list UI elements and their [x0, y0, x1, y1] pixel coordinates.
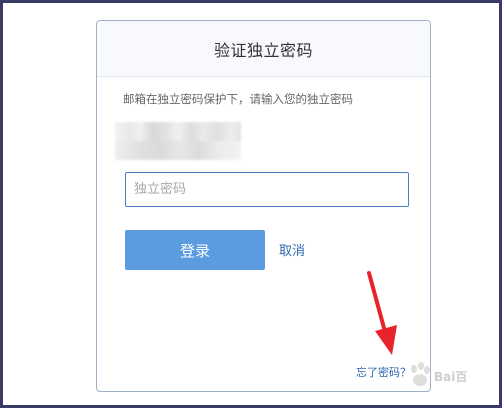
dialog-header: 验证独立密码	[97, 21, 430, 77]
dialog-title: 验证独立密码	[213, 40, 313, 60]
forgot-password-link[interactable]: 忘了密码？	[356, 364, 411, 380]
login-button[interactable]: 登录	[125, 230, 265, 270]
cancel-link[interactable]: 取消	[279, 240, 305, 259]
watermark-text: Bai百	[434, 370, 468, 384]
password-verification-dialog: 验证独立密码 邮箱在独立密码保护下，请输入您的独立密码 登录 取消 忘了密码？	[96, 20, 431, 392]
screen: 验证独立密码 邮箱在独立密码保护下，请输入您的独立密码 登录 取消 忘了密码？ …	[3, 3, 499, 405]
independent-password-input[interactable]	[125, 172, 409, 207]
instruction-text: 邮箱在独立密码保护下，请输入您的独立密码	[123, 92, 353, 106]
blurred-email-address	[115, 122, 241, 160]
